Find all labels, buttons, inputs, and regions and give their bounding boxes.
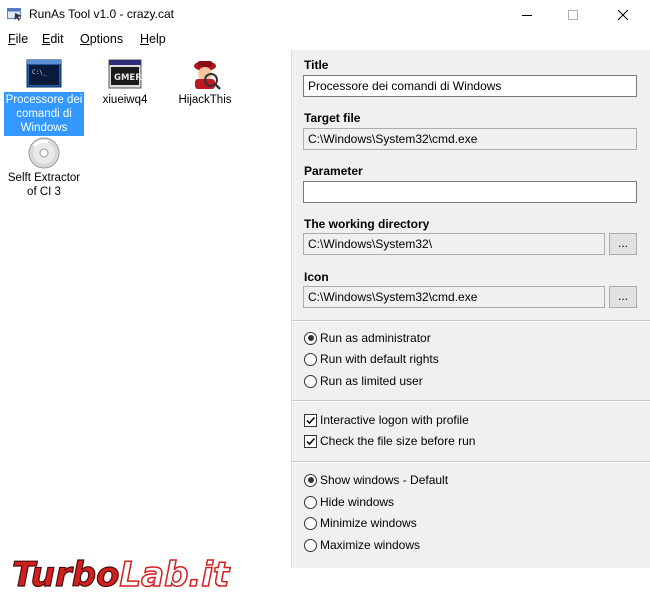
program-label: xiueiwq4: [102, 94, 148, 106]
svg-text:TurboLab.it: TurboLab.it: [12, 555, 231, 595]
hide-windows-option[interactable]: Hide windows: [304, 494, 394, 510]
gmer-icon: GMER: [107, 58, 143, 92]
working-directory-browse-button[interactable]: ...: [609, 233, 637, 255]
radio-button[interactable]: [304, 538, 317, 552]
menu-bar: File Edit Options Help: [0, 29, 650, 49]
run-as-admin-option[interactable]: Run as administrator: [304, 330, 431, 346]
maximize-button[interactable]: [550, 0, 596, 29]
program-item-cmd[interactable]: C:\_ Processore dei comandi di Windows: [2, 58, 86, 136]
parameter-field[interactable]: [303, 181, 637, 203]
properties-panel: Title Processore dei comandi di Windows …: [292, 50, 650, 568]
menu-file[interactable]: File: [8, 32, 28, 46]
title-bar[interactable]: RunAs Tool v1.0 - crazy.cat: [0, 0, 650, 29]
turbolab-watermark: TurboLab.it TurboLab.it: [8, 548, 253, 604]
cmd-icon: C:\_: [26, 58, 62, 92]
menu-options[interactable]: Options: [80, 32, 123, 46]
icon-path-field[interactable]: C:\Windows\System32\cmd.exe: [303, 286, 605, 308]
menu-edit[interactable]: Edit: [42, 32, 64, 46]
program-item-hijackthis[interactable]: HijackThis: [163, 58, 247, 108]
target-file-field[interactable]: C:\Windows\System32\cmd.exe: [303, 128, 637, 150]
program-label: Processore dei comandi di Windows: [3, 92, 85, 136]
checkmark-icon: [306, 416, 316, 424]
target-file-label: Target file: [304, 111, 361, 125]
close-icon: [618, 9, 628, 20]
radio-button[interactable]: [304, 331, 317, 345]
title-field[interactable]: Processore dei comandi di Windows: [303, 75, 637, 97]
program-label: HijackThis: [178, 94, 232, 106]
minimize-icon: [522, 14, 532, 16]
check-file-size-option[interactable]: Check the file size before run: [304, 433, 475, 449]
app-icon: [7, 7, 23, 21]
checkbox[interactable]: [304, 413, 317, 427]
svg-text:GMER: GMER: [114, 73, 142, 83]
window-title: RunAs Tool v1.0 - crazy.cat: [29, 7, 174, 21]
separator: [292, 321, 650, 322]
run-limited-user-option[interactable]: Run as limited user: [304, 373, 423, 389]
interactive-logon-option[interactable]: Interactive logon with profile: [304, 412, 469, 428]
radio-button[interactable]: [304, 495, 317, 509]
cd-icon: [26, 136, 62, 170]
icon-browse-button[interactable]: ...: [609, 286, 637, 308]
menu-help[interactable]: Help: [140, 32, 166, 46]
svg-text:C:\_: C:\_: [32, 69, 47, 76]
checkbox[interactable]: [304, 434, 317, 448]
title-label: Title: [304, 58, 329, 72]
separator: [292, 401, 650, 402]
maximize-windows-option[interactable]: Maximize windows: [304, 537, 420, 553]
icon-label: Icon: [304, 270, 329, 284]
minimize-windows-option[interactable]: Minimize windows: [304, 515, 417, 531]
program-list[interactable]: C:\_ Processore dei comandi di Windows GME…: [0, 50, 291, 598]
maximize-icon: [568, 9, 578, 20]
parameter-label: Parameter: [304, 164, 363, 178]
show-windows-option[interactable]: Show windows - Default: [304, 472, 448, 488]
program-label: Selft Extractor of CI 3: [7, 172, 81, 198]
minimize-button[interactable]: [504, 0, 550, 29]
working-directory-field[interactable]: C:\Windows\System32\: [303, 233, 605, 255]
radio-button[interactable]: [304, 473, 317, 487]
close-button[interactable]: [600, 0, 646, 29]
working-directory-label: The working directory: [304, 217, 430, 231]
program-item-gmer[interactable]: GMER xiueiwq4: [83, 58, 167, 108]
run-default-rights-option[interactable]: Run with default rights: [304, 351, 439, 367]
separator: [292, 462, 650, 463]
radio-button[interactable]: [304, 374, 317, 388]
radio-button[interactable]: [304, 516, 317, 530]
checkmark-icon: [306, 437, 316, 445]
program-item-self-extractor[interactable]: Selft Extractor of CI 3: [2, 136, 86, 200]
radio-button[interactable]: [304, 352, 317, 366]
runas-window: RunAs Tool v1.0 - crazy.cat File Edit Op…: [0, 0, 650, 598]
hijackthis-icon: [187, 58, 223, 92]
